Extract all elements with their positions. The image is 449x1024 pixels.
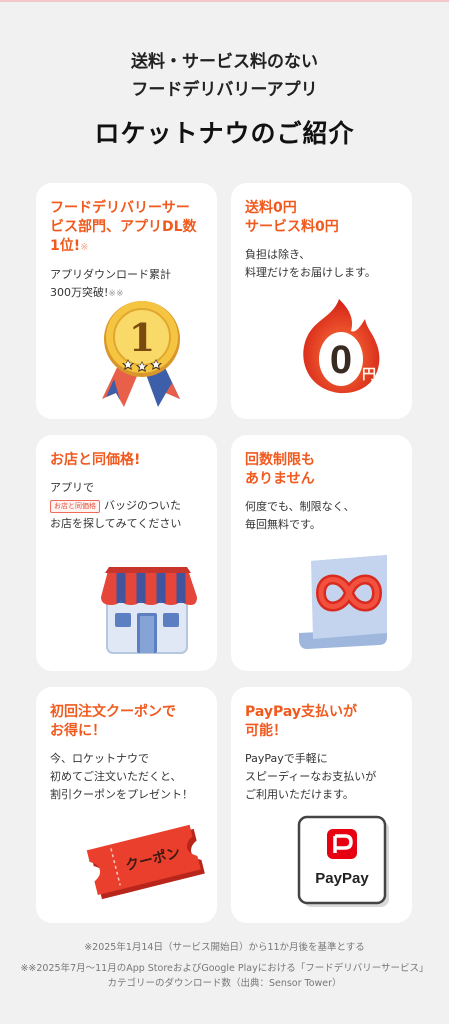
top-divider [0, 0, 449, 2]
feature-card-free-delivery: 送料0円 サービス料0円 負担は除き、 料理だけをお届けします。 0 円 [231, 183, 412, 419]
zero-digit: 0 [330, 338, 352, 382]
store-icon [101, 567, 197, 654]
page-header: 送料・サービス料のない フードデリバリーアプリ ロケットナウのご紹介 [0, 48, 449, 150]
card-description: 何度でも、制限なく、 毎回無料です。 [245, 500, 355, 531]
card-description: 今、ロケットナウで 初めてご注文いただくと、 割引クーポンをプレゼント！ [50, 752, 193, 801]
infinity-icon [299, 555, 387, 649]
same-price-badge: お店と同価格 [50, 500, 100, 513]
yen-unit: 円 [362, 367, 376, 383]
card-title: 回数制限も ありません [245, 452, 315, 487]
card-title: フードデリバリーサー ビス部門、アプリDL数 1位!※ [50, 199, 203, 257]
coupon-ticket-icon: クーポン [86, 824, 205, 900]
footnote-2: ※※2025年7月～11月のApp StoreおよびGoogle Playにおけ… [20, 963, 429, 989]
page-subtitle: 送料・サービス料のない フードデリバリーアプリ [0, 48, 449, 104]
page-title: ロケットナウのご紹介 [94, 119, 355, 148]
subtitle-line-2: フードデリバリーアプリ [131, 80, 318, 100]
card-description-prefix: アプリで [50, 481, 94, 494]
paypay-logo-icon: PayPay [297, 815, 389, 907]
footnote-1: ※2025年1月14日（サービス開始日）から11か月後を基準とする [84, 942, 365, 953]
feature-card-first-coupon: 初回注文クーポンで お得に！ 今、ロケットナウで 初めてご注文いただくと、 割引… [36, 687, 217, 923]
subtitle-line-1: 送料・サービス料のない [131, 52, 318, 72]
card-title: 送料0円 サービス料0円 [245, 200, 339, 235]
card-description: アプリで お店と同価格 バッジのついた お店を探してみてください [50, 479, 203, 533]
card-title: 初回注文クーポンで お得に！ [50, 704, 176, 739]
fire-zero-yen-icon: 0 円 [303, 299, 380, 394]
card-description: PayPayで手軽に スピーディーなお支払いが ご利用いただけます。 [245, 752, 377, 801]
feature-card-ranking: フードデリバリーサー ビス部門、アプリDL数 1位!※ アプリダウンロード累計 … [36, 183, 217, 419]
medal-icon: 1 [102, 301, 180, 407]
card-title: お店と同価格! [50, 452, 141, 468]
svg-text:1: 1 [129, 315, 155, 360]
feature-card-paypay: PayPay支払いが 可能！ PayPayで手軽に スピーディーなお支払いが ご… [231, 687, 412, 923]
feature-card-same-price: お店と同価格! アプリで お店と同価格 バッジのついた お店を探してみてください [36, 435, 217, 671]
card-title-text: フードデリバリーサー ビス部門、アプリDL数 1位! [50, 200, 197, 254]
card-description: 負担は除き、 料理だけをお届けします。 [245, 248, 376, 279]
feature-card-unlimited: 回数制限も ありません 何度でも、制限なく、 毎回無料です。 [231, 435, 412, 671]
footnotes: ※2025年1月14日（サービス開始日）から11か月後を基準とする ※※2025… [20, 940, 429, 991]
card-title: PayPay支払いが 可能！ [245, 704, 358, 739]
paypay-wordmark: PayPay [315, 870, 369, 887]
footnote-mark: ※ [80, 242, 89, 253]
